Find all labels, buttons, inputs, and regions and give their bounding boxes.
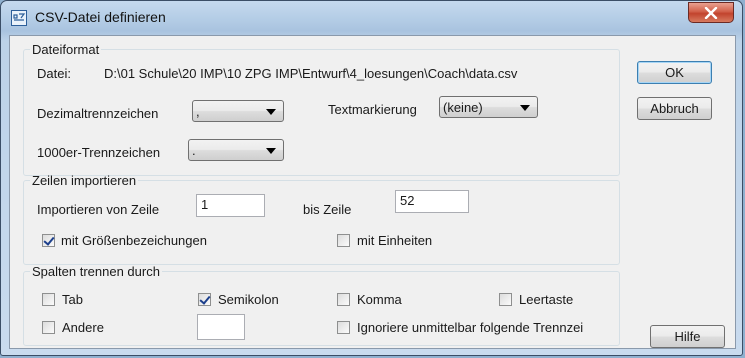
window-title: CSV-Datei definieren [35, 9, 166, 25]
semikolon-label: Semikolon [218, 292, 279, 307]
group-spalten-legend: Spalten trennen durch [32, 264, 160, 279]
dezimal-select[interactable]: , [192, 100, 284, 122]
datei-path: D:\01 Schule\20 IMP\10 ZPG IMP\Entwurf\4… [104, 66, 518, 81]
tab-label: Tab [62, 292, 83, 307]
komma-label: Komma [357, 292, 402, 307]
textmark-label: Textmarkierung [328, 102, 417, 117]
group-zeilen: Zeilen importieren [23, 173, 620, 265]
chevron-down-icon [520, 105, 530, 111]
dialog-client-area: Dateiformat Datei: D:\01 Schule\20 IMP\1… [9, 35, 736, 349]
ok-button[interactable]: OK [637, 61, 712, 84]
bis-zeile-input[interactable]: 52 [395, 190, 469, 213]
tausend-label: 1000er-Trennzeichen [37, 145, 161, 160]
title-bar[interactable]: CSV-Datei definieren [1, 1, 742, 35]
close-icon [704, 7, 718, 19]
einheiten-checkbox[interactable] [337, 234, 350, 247]
tausend-select[interactable]: . [188, 139, 284, 161]
groessen-checkbox[interactable] [42, 234, 55, 247]
datei-label: Datei: [37, 66, 71, 81]
tab-checkbox[interactable] [42, 293, 55, 306]
app-icon [11, 10, 27, 26]
leertaste-label: Leertaste [519, 292, 574, 307]
ignoriere-label: Ignoriere unmittelbar folgende Trennzei [357, 320, 584, 335]
abbruch-button[interactable]: Abbruch [637, 97, 712, 120]
dezimal-label: Dezimaltrennzeichen [37, 106, 159, 121]
group-dateiformat-legend: Dateiformat [32, 42, 100, 57]
andere-input[interactable] [197, 314, 245, 340]
semikolon-checkbox[interactable] [198, 293, 211, 306]
group-zeilen-legend: Zeilen importieren [32, 173, 137, 188]
textmark-select[interactable]: (keine) [439, 96, 538, 118]
andere-label: Andere [62, 320, 104, 335]
hilfe-button[interactable]: Hilfe [650, 325, 725, 348]
chevron-down-icon [266, 109, 276, 115]
von-zeile-input[interactable]: 1 [196, 194, 265, 217]
tausend-value: . [192, 143, 196, 158]
bis-zeile-label: bis Zeile [303, 202, 352, 217]
close-button[interactable] [688, 2, 734, 23]
komma-checkbox[interactable] [337, 293, 350, 306]
von-zeile-label: Importieren von Zeile [37, 202, 160, 217]
dialog-window: CSV-Datei definieren Dateiformat Datei: … [0, 0, 743, 356]
einheiten-label: mit Einheiten [357, 233, 433, 248]
groessen-label: mit Größenbezeichungen [61, 233, 207, 248]
leertaste-checkbox[interactable] [499, 293, 512, 306]
chevron-down-icon [266, 148, 276, 154]
andere-checkbox[interactable] [42, 321, 55, 334]
dezimal-value: , [196, 104, 200, 119]
textmark-value: (keine) [443, 100, 483, 115]
ignoriere-checkbox[interactable] [337, 321, 350, 334]
